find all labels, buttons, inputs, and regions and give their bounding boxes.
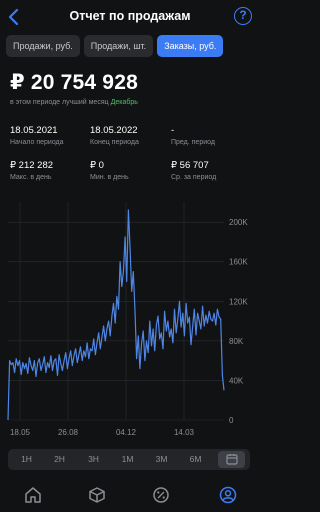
- range-custom[interactable]: [218, 451, 245, 468]
- bottom-nav: [0, 480, 260, 512]
- stat-end: 18.05.2022 Конец периода: [90, 125, 139, 146]
- stat-max-label: Макс. в день: [10, 174, 52, 181]
- tab-orders-rub[interactable]: Заказы, руб.: [157, 35, 224, 57]
- best-month-note: в этом периоде лучший месяц Декабрь: [10, 99, 138, 106]
- stat-end-label: Конец периода: [90, 139, 139, 146]
- y-tick-label: 0: [229, 416, 234, 425]
- stat-min: ₽ 0 Мин. в день: [90, 160, 129, 181]
- x-tick-label: 18.05: [10, 428, 31, 437]
- stat-min-label: Мин. в день: [90, 174, 129, 181]
- stat-max: ₽ 212 282 Макс. в день: [10, 160, 53, 181]
- range-2w[interactable]: 2Н: [46, 451, 73, 468]
- range-1m[interactable]: 1М: [114, 451, 141, 468]
- stat-start-label: Начало периода: [10, 139, 64, 146]
- header: Отчет по продажам ?: [0, 0, 260, 34]
- y-tick-label: 120K: [229, 297, 248, 306]
- stat-prev-value: -: [171, 125, 175, 136]
- box-icon[interactable]: [88, 486, 106, 504]
- stat-start: 18.05.2021 Начало периода: [10, 125, 64, 146]
- profile-icon[interactable]: [219, 486, 237, 504]
- orders-line-chart[interactable]: 0 40K 80K 120K 160K 200K 18.05 26.08 04.12 14.03: [0, 198, 260, 442]
- best-month-text: в этом периоде лучший месяц: [10, 99, 109, 106]
- tab-sales-rub[interactable]: Продажи, руб.: [6, 35, 80, 57]
- x-tick-label: 26.08: [58, 428, 79, 437]
- best-month-value: Декабрь: [110, 99, 138, 106]
- stat-min-value: ₽ 0: [90, 160, 104, 171]
- stat-avg: ₽ 56 707 Ср. за период: [171, 160, 216, 181]
- help-icon[interactable]: ?: [234, 7, 252, 25]
- x-tick-label: 14.03: [174, 428, 195, 437]
- range-3m[interactable]: 3М: [148, 451, 175, 468]
- stat-prev: - Пред. период: [171, 125, 215, 146]
- range-6m[interactable]: 6М: [182, 451, 209, 468]
- range-3w[interactable]: 3Н: [80, 451, 107, 468]
- total-amount: ₽ 20 754 928: [10, 71, 138, 94]
- home-icon[interactable]: [24, 486, 42, 504]
- stat-start-value: 18.05.2021: [10, 125, 58, 136]
- y-tick-label: 200K: [229, 218, 248, 227]
- y-tick-label: 80K: [229, 337, 244, 346]
- range-selector: 1Н 2Н 3Н 1М 3М 6М: [8, 449, 250, 470]
- stat-avg-label: Ср. за период: [171, 174, 217, 181]
- page-title: Отчет по продажам: [69, 9, 191, 23]
- x-tick-label: 04.12: [116, 428, 137, 437]
- stat-end-value: 18.05.2022: [90, 125, 138, 136]
- orders-series-line: [7, 209, 225, 421]
- stat-prev-label: Пред. период: [171, 139, 215, 146]
- metric-tabs: Продажи, руб. Продажи, шт. Заказы, руб.: [6, 35, 260, 57]
- percent-icon[interactable]: [152, 486, 170, 504]
- y-tick-label: 40K: [229, 376, 244, 385]
- stat-max-value: ₽ 212 282: [10, 160, 54, 171]
- calendar-icon: [225, 454, 238, 465]
- range-1w[interactable]: 1Н: [13, 451, 40, 468]
- tab-sales-units[interactable]: Продажи, шт.: [83, 35, 154, 57]
- y-tick-label: 160K: [229, 258, 248, 267]
- stat-avg-value: ₽ 56 707: [171, 160, 209, 171]
